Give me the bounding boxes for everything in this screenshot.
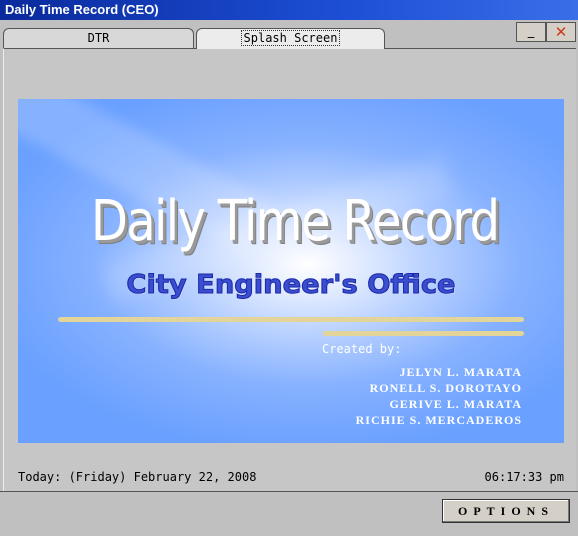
close-button[interactable]: ✕ bbox=[546, 22, 576, 42]
creator-name: RICHIE S. MERCADEROS bbox=[355, 413, 522, 427]
current-time: 06:17:33 pm bbox=[484, 470, 564, 484]
created-by-label: Created by: bbox=[322, 342, 402, 356]
divider-line bbox=[323, 331, 524, 336]
minimize-icon: _ bbox=[527, 24, 535, 39]
options-button[interactable]: OPTIONS bbox=[442, 499, 570, 523]
minimize-button[interactable]: _ bbox=[516, 22, 546, 42]
window-title: Daily Time Record (CEO) bbox=[5, 2, 159, 17]
splash-heading: Daily Time Record bbox=[90, 189, 500, 254]
divider-line bbox=[58, 317, 524, 322]
tab-splash-screen-label: Splash Screen bbox=[240, 30, 341, 46]
splash-subheading: City Engineer's Office bbox=[126, 270, 456, 301]
current-date: Today: (Friday) February 22, 2008 bbox=[18, 470, 257, 484]
creator-name: GERIVE L. MARATA bbox=[389, 397, 522, 411]
splash-banner: Daily Time Record City Engineer's Office… bbox=[18, 99, 564, 443]
creator-name: RONELL S. DOROTAYO bbox=[369, 381, 522, 395]
close-icon: ✕ bbox=[554, 23, 568, 41]
title-bar[interactable]: Daily Time Record (CEO) bbox=[0, 0, 578, 20]
tab-dtr-label: DTR bbox=[87, 31, 110, 45]
creator-name: JELYN L. MARATA bbox=[399, 365, 522, 379]
tab-dtr[interactable]: DTR bbox=[3, 28, 194, 48]
tab-splash-screen[interactable]: Splash Screen bbox=[196, 28, 385, 49]
